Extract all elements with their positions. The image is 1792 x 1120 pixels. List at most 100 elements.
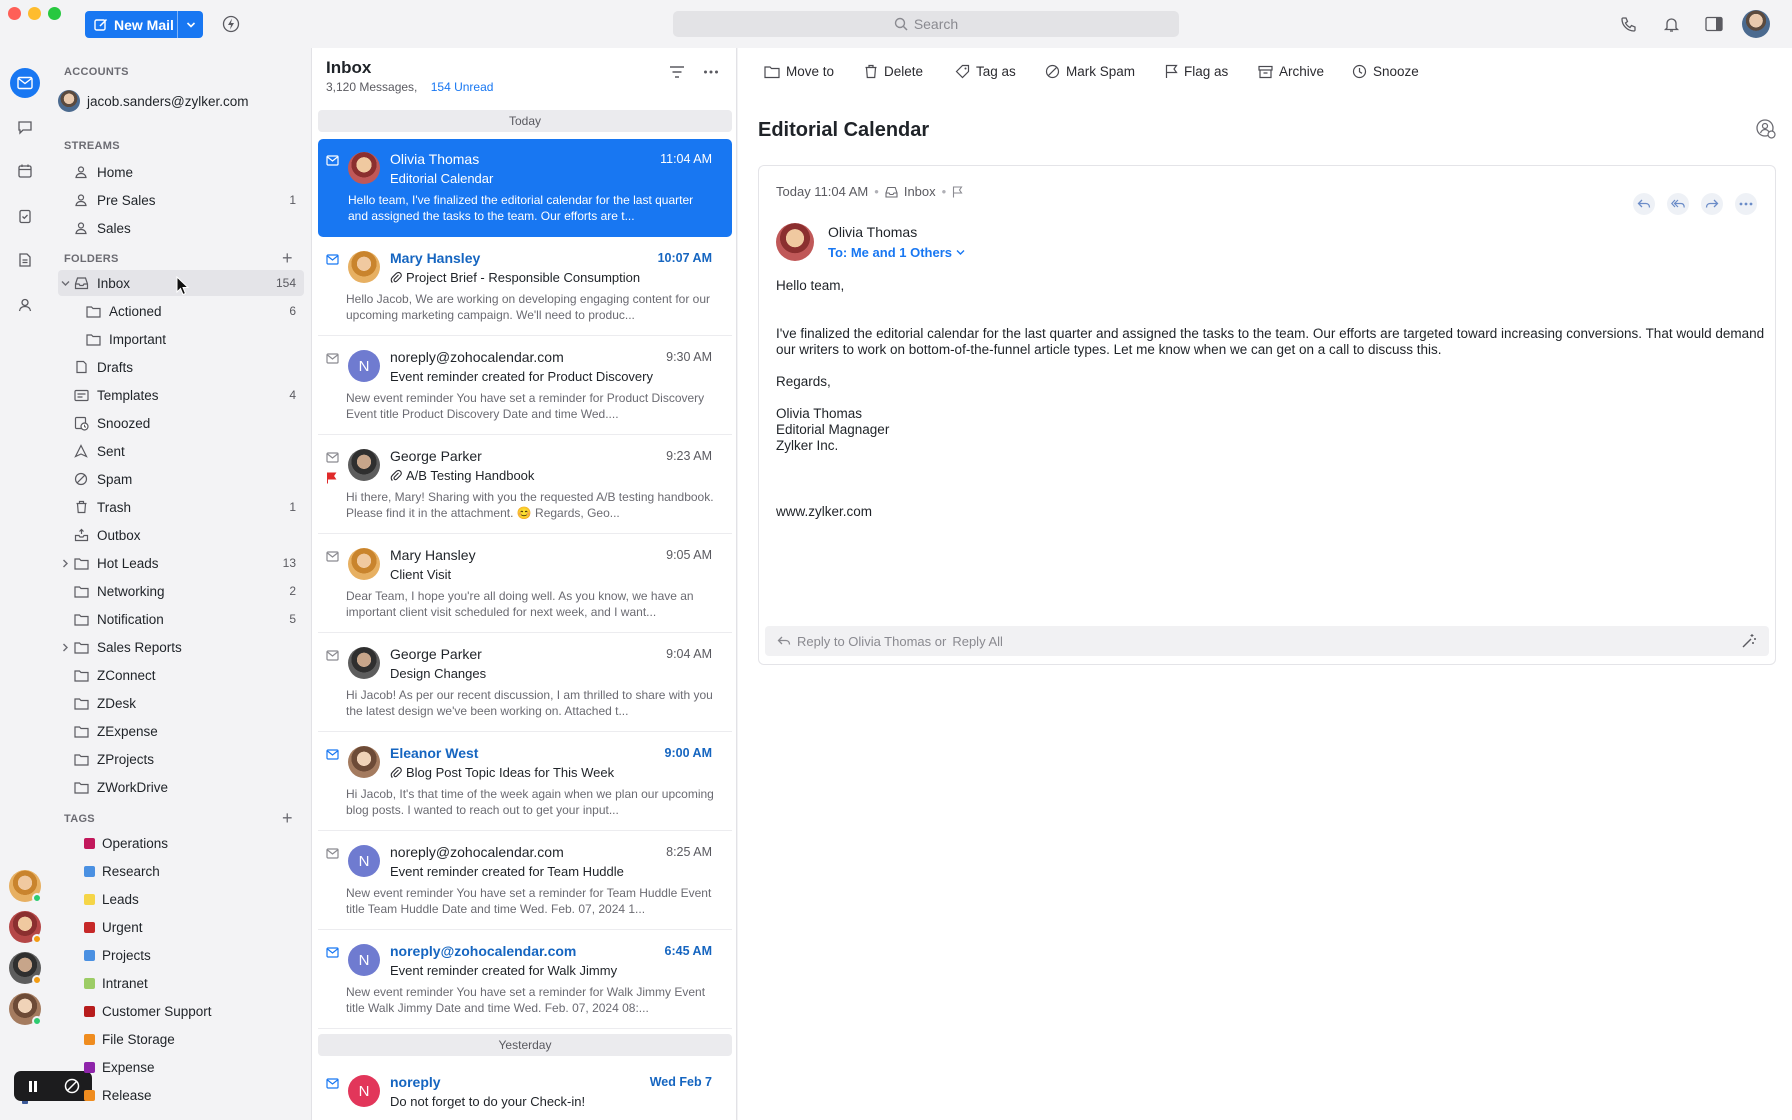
recipients-toggle[interactable]: To: Me and 1 Others — [828, 245, 965, 260]
envelope-icon — [326, 749, 339, 760]
account-item[interactable]: jacob.sanders@zylker.com — [58, 88, 304, 114]
message-item[interactable]: N noreply@zohocalendar.com 6:45 AM Event… — [318, 931, 732, 1029]
contact-avatar[interactable] — [9, 911, 42, 944]
forward-icon[interactable] — [1701, 193, 1723, 215]
folder-item-important[interactable]: Important — [58, 326, 304, 352]
stream-item-pre-sales[interactable]: Pre Sales 1 — [58, 187, 304, 213]
folder-item-sales-reports[interactable]: Sales Reports — [58, 634, 304, 660]
user-avatar[interactable] — [1742, 10, 1770, 38]
phone-icon[interactable] — [1617, 13, 1639, 35]
folder-item-notification[interactable]: Notification 5 — [58, 606, 304, 632]
folder-item-zdesk[interactable]: ZDesk — [58, 690, 304, 716]
message-item[interactable]: N noreply@zohocalendar.com 8:25 AM Event… — [318, 832, 732, 930]
snooze-button[interactable]: Snooze — [1352, 64, 1419, 79]
archive-button[interactable]: Archive — [1258, 64, 1324, 79]
contact-avatar[interactable] — [9, 870, 42, 903]
reply-icon[interactable] — [1633, 193, 1655, 215]
folder-item-zconnect[interactable]: ZConnect — [58, 662, 304, 688]
mark-spam-button[interactable]: Mark Spam — [1045, 64, 1135, 79]
message-item[interactable]: Mary Hansley 9:05 AM Client Visit Dear T… — [318, 535, 732, 633]
message-item[interactable]: N noreply Wed Feb 7 Do not forget to do … — [318, 1062, 732, 1120]
folder-item-spam[interactable]: Spam — [58, 466, 304, 492]
folder-item-sent[interactable]: Sent — [58, 438, 304, 464]
chevron-down-icon[interactable] — [58, 279, 72, 288]
envelope-icon — [326, 848, 339, 859]
calendar-app-button[interactable] — [10, 156, 40, 186]
message-item[interactable]: N noreply@zohocalendar.com 9:30 AM Event… — [318, 337, 732, 435]
new-mail-dropdown[interactable] — [177, 11, 203, 38]
calendar-icon — [17, 163, 33, 179]
lightning-icon[interactable] — [220, 13, 242, 35]
flag-as-button[interactable]: Flag as — [1165, 64, 1228, 79]
panel-toggle-icon[interactable] — [1703, 13, 1725, 35]
folder-item-templates[interactable]: Templates 4 — [58, 382, 304, 408]
people-icon — [72, 219, 90, 237]
filter-icon[interactable] — [669, 65, 685, 79]
contact-avatar[interactable] — [9, 952, 42, 985]
tag-item-file-storage[interactable]: File Storage — [58, 1026, 304, 1052]
pause-icon[interactable] — [27, 1080, 39, 1093]
delete-button[interactable]: Delete — [864, 64, 923, 79]
tag-item-release[interactable]: Release — [58, 1082, 304, 1108]
folder-item-zworkdrive[interactable]: ZWorkDrive — [58, 774, 304, 800]
more-options-icon[interactable] — [1735, 193, 1757, 215]
stream-item-home[interactable]: Home — [58, 159, 304, 185]
chevron-right-icon[interactable] — [58, 643, 72, 652]
move-to-button[interactable]: Move to — [764, 64, 834, 79]
new-mail-button[interactable]: New Mail — [85, 11, 203, 38]
folder-item-hot-leads[interactable]: Hot Leads 13 — [58, 550, 304, 576]
magic-wand-icon[interactable] — [1741, 633, 1757, 649]
mail-app-button[interactable] — [10, 68, 40, 98]
tag-item-customer-support[interactable]: Customer Support — [58, 998, 304, 1024]
signature-website[interactable]: www.zylker.com — [776, 504, 1766, 520]
add-tag-button[interactable]: + — [282, 809, 293, 827]
folder-item-zprojects[interactable]: ZProjects — [58, 746, 304, 772]
email-folder[interactable]: Inbox — [904, 184, 936, 199]
folder-item-zexpense[interactable]: ZExpense — [58, 718, 304, 744]
sender-name[interactable]: Olivia Thomas — [828, 224, 917, 240]
tag-item-operations[interactable]: Operations — [58, 830, 304, 856]
chevron-right-icon[interactable] — [58, 559, 72, 568]
notes-app-button[interactable] — [10, 245, 40, 275]
folder-item-networking[interactable]: Networking 2 — [58, 578, 304, 604]
folder-item-outbox[interactable]: Outbox — [58, 522, 304, 548]
message-item[interactable]: Mary Hansley 10:07 AM Project Brief - Re… — [318, 238, 732, 336]
tag-item-intranet[interactable]: Intranet — [58, 970, 304, 996]
message-item[interactable]: Eleanor West 9:00 AM Blog Post Topic Ide… — [318, 733, 732, 831]
add-folder-button[interactable]: + — [282, 249, 293, 267]
folder-item-trash[interactable]: Trash 1 — [58, 494, 304, 520]
reply-all-link[interactable]: Reply All — [952, 634, 1003, 649]
flag-icon[interactable] — [326, 472, 337, 484]
reply-to-sender-link[interactable]: Reply to Olivia Thomas or — [797, 634, 946, 649]
contact-avatar[interactable] — [9, 993, 42, 1026]
contact-settings-icon[interactable] — [1755, 118, 1777, 140]
zoom-window-button[interactable] — [48, 7, 61, 20]
search-input[interactable]: Search — [673, 11, 1179, 37]
folder-item-drafts[interactable]: Drafts — [58, 354, 304, 380]
tag-item-research[interactable]: Research — [58, 858, 304, 884]
minimize-window-button[interactable] — [28, 7, 41, 20]
tag-item-projects[interactable]: Projects — [58, 942, 304, 968]
unread-count[interactable]: 154 Unread — [431, 80, 494, 94]
stream-item-sales[interactable]: Sales — [58, 215, 304, 241]
message-item[interactable]: George Parker 9:04 AM Design Changes Hi … — [318, 634, 732, 732]
tasks-app-button[interactable] — [10, 201, 40, 231]
envelope-icon — [326, 551, 339, 562]
tag-as-button[interactable]: Tag as — [955, 64, 1016, 79]
tag-item-leads[interactable]: Leads — [58, 886, 304, 912]
message-item[interactable]: George Parker 9:23 AM A/B Testing Handbo… — [318, 436, 732, 534]
contacts-app-button[interactable] — [10, 290, 40, 320]
flag-icon[interactable] — [952, 185, 963, 198]
folder-item-actioned[interactable]: Actioned 6 — [58, 298, 304, 324]
quick-reply-bar[interactable]: Reply to Olivia Thomas or Reply All — [765, 626, 1769, 656]
sender-avatar[interactable] — [776, 223, 814, 261]
message-item[interactable]: Olivia Thomas 11:04 AM Editorial Calenda… — [318, 139, 732, 237]
more-options-icon[interactable] — [703, 65, 719, 79]
tag-item-urgent[interactable]: Urgent — [58, 914, 304, 940]
folder-item-snoozed[interactable]: Snoozed — [58, 410, 304, 436]
tag-item-expense[interactable]: Expense — [58, 1054, 304, 1080]
bell-icon[interactable] — [1660, 13, 1682, 35]
close-window-button[interactable] — [8, 7, 21, 20]
chat-app-button[interactable] — [10, 112, 40, 142]
reply-all-icon[interactable] — [1667, 193, 1689, 215]
